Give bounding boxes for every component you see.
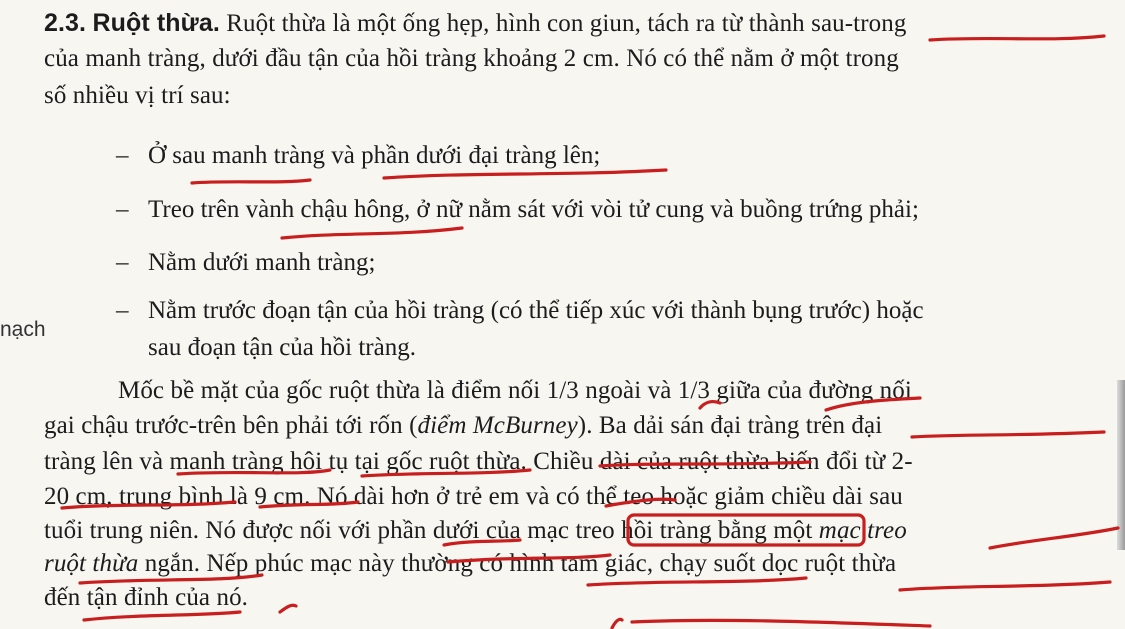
paragraph-line-6: ruột thừa ngắn. Nếp phúc mạc này thường … xyxy=(44,549,896,579)
underline-mark xyxy=(630,618,932,628)
page-edge-shadow xyxy=(1117,380,1125,550)
bullet-dash: – xyxy=(116,297,129,324)
underline-mark xyxy=(278,603,298,614)
intro-line-3: số nhiều vị trí sau: xyxy=(44,82,231,109)
paragraph-text: ). Ba dải sán đại tràng trên đại xyxy=(577,412,883,439)
list-item: Ở sau manh tràng và phần dưới đại tràng … xyxy=(148,142,601,169)
bullet-dash: – xyxy=(116,142,129,169)
underline-mark xyxy=(190,178,312,185)
italic-term: ruột thừa xyxy=(44,550,139,577)
paragraph-line-5: tuổi trung niên. Nó được nối với phần dư… xyxy=(44,516,907,546)
paragraph-text: gai chậu trước-trên bên phải tới rốn ( xyxy=(44,412,418,439)
paragraph-line-7: đến tận đỉnh của nó. xyxy=(44,584,249,611)
italic-term: điểm McBurney xyxy=(417,412,578,439)
paragraph-line-2: gai chậu trước-trên bên phải tới rốn (đi… xyxy=(44,411,882,441)
underline-mark xyxy=(910,430,1106,439)
list-item-continuation: sau đoạn tận của hồi tràng. xyxy=(148,334,416,361)
intro-line-1: 2.3. Ruột thừa. Ruột thừa là một ống hẹp… xyxy=(44,8,906,39)
scanned-textbook-page: 2.3. Ruột thừa. Ruột thừa là một ống hẹp… xyxy=(0,0,1125,629)
list-item: Treo trên vành chậu hông, ở nữ nằm sát v… xyxy=(148,196,919,223)
italic-term: mạc treo xyxy=(818,517,907,544)
list-item: Nằm trước đoạn tận của hồi tràng (có thể… xyxy=(148,297,924,324)
section-number: 2.3. xyxy=(44,9,87,37)
list-item: Nằm dưới manh tràng; xyxy=(148,249,376,276)
intro-line-2: của manh tràng, dưới đầu tận của hồi trà… xyxy=(44,45,899,72)
underline-mark xyxy=(988,526,1120,550)
underline-mark xyxy=(610,617,624,629)
underline-mark xyxy=(898,580,1112,592)
underline-mark xyxy=(382,168,668,180)
underline-mark xyxy=(586,576,808,587)
underline-mark xyxy=(280,226,464,240)
intro-text-1: Ruột thừa là một ống hẹp, hình con giun,… xyxy=(226,10,907,37)
bullet-dash: – xyxy=(116,196,129,223)
underline-mark xyxy=(928,34,1106,42)
paragraph-line-1: Mốc bề mặt của gốc ruột thừa là điểm nối… xyxy=(118,377,912,404)
paragraph-text: tuổi trung niên. Nó được nối với phần dư… xyxy=(44,517,819,544)
margin-note: nạch xyxy=(0,318,46,341)
paragraph-line-4: 20 cm, trung bình là 9 cm. Nó dài hơn ở … xyxy=(44,483,903,510)
bullet-dash: – xyxy=(116,249,129,276)
paragraph-text: ngắn. Nếp phúc mạc này thường có hình ta… xyxy=(138,550,897,577)
section-title: Ruột thừa. xyxy=(92,9,220,37)
paragraph-line-3: tràng lên và manh tràng hội tụ tại gốc r… xyxy=(44,448,913,475)
underline-mark xyxy=(82,610,242,622)
